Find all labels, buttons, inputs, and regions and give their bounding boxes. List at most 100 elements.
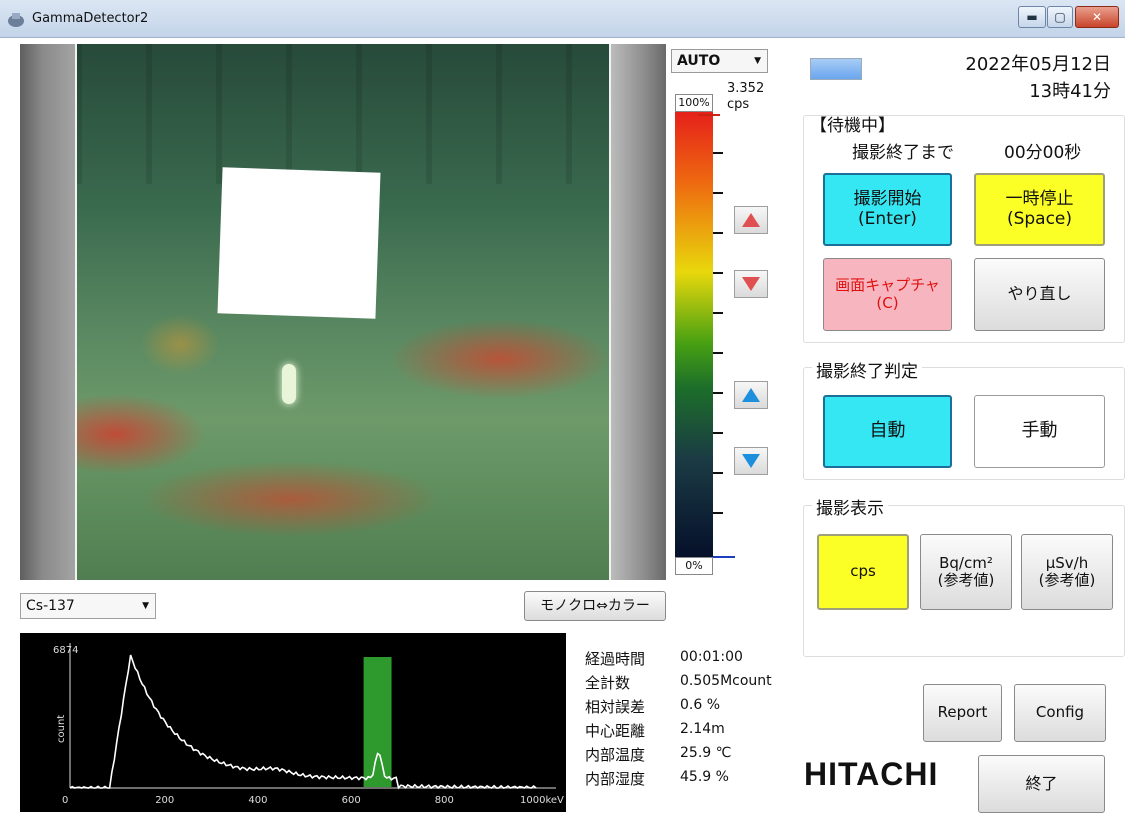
lower-threshold-marker[interactable] [713,556,735,558]
color-scale-bar [675,112,713,557]
upper-threshold-up-button[interactable] [734,206,768,234]
lower-threshold-up-button[interactable] [734,381,768,409]
window-title: GammaDetector2 [32,11,149,26]
scale-tick [713,152,723,154]
scale-bottom-label: 0% [675,557,713,575]
scale-tick [713,432,723,434]
report-label: Report [937,703,988,722]
usv-display-button[interactable]: μSv/h (参考値) [1021,534,1113,610]
stat-value: 0.6 % [680,697,721,713]
report-button[interactable]: Report [923,684,1002,742]
isotope-dropdown[interactable]: Cs-137 ▼ [20,593,156,619]
auto-judgment-label: 自動 [869,420,906,442]
stat-value: 45.9 % [680,769,729,785]
upper-threshold-down-button[interactable] [734,270,768,298]
remaining-time-label: 撮影終了まで [852,143,954,163]
x-tick-label: 600 [342,795,361,806]
config-label: Config [1035,703,1085,722]
chevron-down-icon: ▼ [754,56,761,66]
maximize-button[interactable]: ▢ [1047,6,1073,28]
y-axis-label: count [56,715,67,743]
x-tick-label: 800 [435,795,454,806]
scale-unit: cps [727,97,750,112]
isotope-value: Cs-137 [26,598,75,614]
triangle-down-icon [742,454,760,468]
energy-spectrum-chart: 6874 count 0 200 400 600 800 1000keV [20,633,566,812]
minimize-button[interactable]: ▬ [1018,6,1046,28]
scale-top-label: 100% [675,94,713,112]
start-capture-shortcut: (Enter) [858,208,917,229]
stat-label: 経過時間 [585,650,646,668]
capture-status: 【待機中】 [810,116,895,136]
camera-left-margin [20,44,76,580]
view-boundary-left [75,44,77,580]
bq-display-label: Bq/cm² [939,553,993,572]
scale-tick [713,272,723,274]
lower-threshold-down-button[interactable] [734,447,768,475]
stat-label: 全計数 [585,674,631,692]
ceiling-structure [76,44,610,184]
redo-button[interactable]: やり直し [974,258,1105,331]
app-icon [8,13,24,27]
stat-value: 0.505Mcount [680,673,772,689]
scale-tick [713,472,723,474]
title-bar: GammaDetector2 ▬ ▢ ✕ [0,0,1125,38]
end-judgment-title: 撮影終了判定 [812,357,922,382]
manual-judgment-label: 手動 [1021,420,1058,442]
bq-display-button[interactable]: Bq/cm² (参考値) [920,534,1012,610]
camera-right-margin [610,44,666,580]
stat-value: 2.14m [680,721,725,737]
energy-window-band [363,657,392,787]
privacy-mask [217,167,381,319]
mono-color-label: モノクロ⇔カラー [540,597,650,614]
stat-value: 25.9 ℃ [680,745,732,761]
config-button[interactable]: Config [1014,684,1106,742]
scale-max-value: 3.352 [727,81,765,96]
upper-threshold-marker[interactable] [698,114,720,116]
spectrum-svg: 6874 count 0 200 400 600 800 1000keV [53,643,564,806]
remaining-time-value: 00分00秒 [1004,143,1082,163]
stat-label: 内部温度 [585,746,646,764]
stat-label: 相対誤差 [585,698,646,716]
exit-label: 終了 [1025,773,1058,793]
stat-label: 内部湿度 [585,770,646,788]
x-tick-label: 0 [62,795,68,806]
usv-display-sublabel: (参考値) [1038,571,1096,589]
triangle-up-icon [742,388,760,402]
x-tick-labels: 0 200 400 600 800 1000keV [62,795,564,806]
pause-shortcut: (Space) [1006,208,1073,229]
light-spot [282,364,296,404]
x-tick-label: 200 [155,795,174,806]
pause-button[interactable]: 一時停止 (Space) [974,173,1105,246]
scale-mode-dropdown[interactable]: AUTO ▼ [671,49,768,73]
stat-value: 00:01:00 [680,649,743,665]
usv-display-label: μSv/h [1045,553,1089,572]
triangle-down-icon [742,277,760,291]
close-button[interactable]: ✕ [1075,6,1119,28]
scale-mode-value: AUTO [677,53,721,69]
spectrum-curve [69,654,537,790]
cps-display-button[interactable]: cps [817,534,909,610]
scale-tick [713,192,723,194]
view-boundary-right [609,44,611,580]
chevron-down-icon: ▼ [142,601,149,611]
pause-label: 一時停止 [1005,188,1074,209]
hitachi-logo: HITACHI [804,756,939,792]
scale-tick [713,512,723,514]
date-display: 2022年05月12日 [965,54,1111,75]
screen-capture-shortcut: (C) [876,293,899,312]
cps-display-label: cps [850,562,876,581]
screen-capture-button[interactable]: 画面キャプチャ (C) [823,258,952,331]
exit-button[interactable]: 終了 [978,755,1105,813]
scale-tick [713,312,723,314]
redo-label: やり直し [1007,284,1072,304]
start-capture-label: 撮影開始 [853,188,922,209]
start-capture-button[interactable]: 撮影開始 (Enter) [823,173,952,246]
scale-tick [713,232,723,234]
manual-judgment-button[interactable]: 手動 [974,395,1105,468]
mono-color-toggle-button[interactable]: モノクロ⇔カラー [524,591,666,621]
progress-indicator [810,58,862,80]
time-display: 13時41分 [1029,81,1111,102]
bq-display-sublabel: (参考値) [937,571,995,589]
auto-judgment-button[interactable]: 自動 [823,395,952,468]
